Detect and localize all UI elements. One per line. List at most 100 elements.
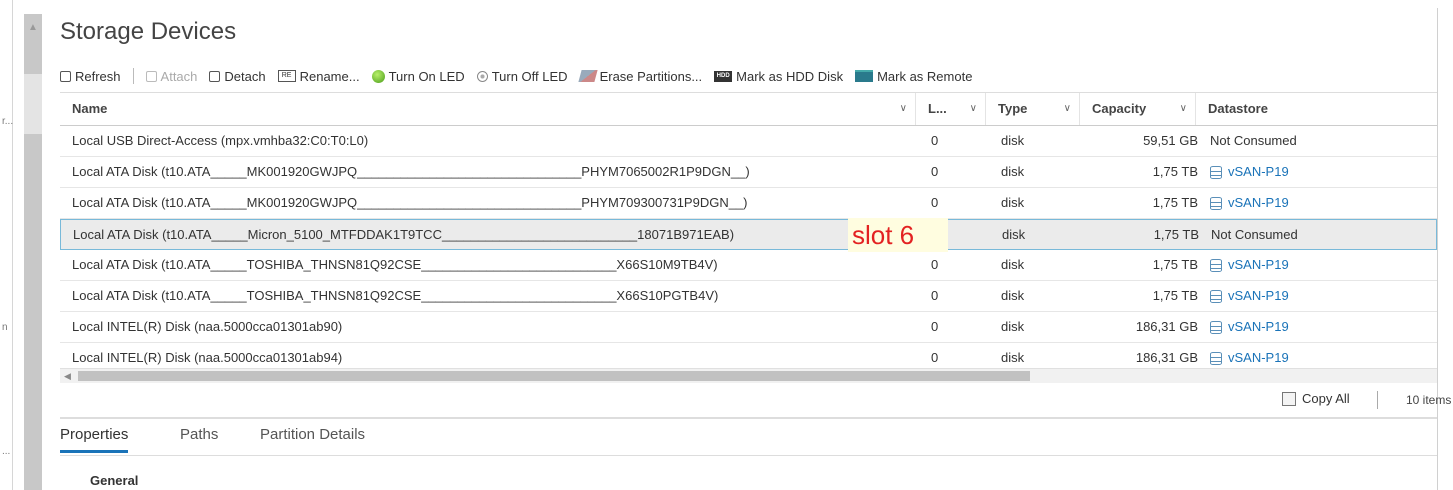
datastore-link[interactable]: vSAN-P19 [1228, 157, 1289, 187]
device-name: Local ATA Disk (t10.ATA_____MK001920GWJP… [72, 195, 748, 210]
rename-label: Rename... [299, 68, 360, 84]
panel-border [1437, 8, 1438, 490]
device-type: disk [1001, 133, 1025, 148]
datastore-link[interactable]: vSAN-P19 [1228, 281, 1289, 311]
datastore-icon [1210, 196, 1222, 210]
tab-paths[interactable]: Paths [180, 426, 218, 443]
device-lun: 0 [931, 319, 939, 334]
scroll-left-icon[interactable]: ◀ [64, 369, 71, 383]
device-lun: 0 [931, 288, 939, 303]
device-datastore: vSAN-P19 [1210, 250, 1289, 280]
chevron-down-icon[interactable]: ∨ [970, 93, 977, 125]
page-title: Storage Devices [60, 18, 237, 45]
datastore-icon [1210, 289, 1222, 303]
device-datastore: vSAN-P19 [1210, 188, 1289, 218]
vertical-scrollbar[interactable] [24, 14, 42, 490]
mark-hdd-button[interactable]: HDD Mark as HDD Disk [714, 69, 843, 84]
device-type: disk [1001, 195, 1025, 210]
refresh-label: Refresh [75, 68, 121, 84]
device-capacity: 1,75 TB [1152, 257, 1198, 272]
left-gutter: r... n ... [0, 0, 13, 490]
remote-disk-icon [855, 70, 874, 82]
detach-icon [209, 70, 221, 82]
column-header-datastore[interactable]: Datastore [1196, 93, 1437, 125]
device-datastore: Not Consumed [1210, 126, 1297, 156]
datastore-icon [1210, 165, 1222, 179]
datastore-status: Not Consumed [1211, 227, 1298, 242]
grid-header: Name ∨ L... ∨ Type ∨ Capacity ∨ Datastore [60, 93, 1437, 126]
table-row[interactable]: Local ATA Disk (t10.ATA_____MK001920GWJP… [60, 157, 1437, 188]
table-row[interactable]: Local INTEL(R) Disk (naa.5000cca01301ab9… [60, 312, 1437, 343]
column-datastore-label: Datastore [1208, 101, 1268, 116]
table-row[interactable]: Local ATA Disk (t10.ATA_____MK001920GWJP… [60, 188, 1437, 219]
device-capacity: 1,75 TB [1152, 195, 1198, 210]
datastore-icon [1210, 351, 1222, 365]
turn-on-led-button[interactable]: Turn On LED [371, 69, 465, 84]
refresh-icon [60, 70, 71, 82]
device-datastore: vSAN-P19 [1210, 312, 1289, 342]
datastore-status: Not Consumed [1210, 133, 1297, 148]
device-type: disk [1001, 319, 1025, 334]
rename-icon: RE [277, 70, 296, 82]
table-row[interactable]: Local ATA Disk (t10.ATA_____TOSHIBA_THNS… [60, 250, 1437, 281]
device-type: disk [1002, 227, 1026, 242]
column-header-name[interactable]: Name ∨ [60, 93, 916, 125]
device-capacity: 1,75 TB [1152, 164, 1198, 179]
toolbar: Refresh Attach Detach RE Rename... Turn O… [60, 66, 984, 86]
chevron-down-icon[interactable]: ∨ [1064, 93, 1071, 125]
led-on-icon [371, 69, 385, 83]
gutter-mark: r... [2, 116, 14, 127]
device-datastore: vSAN-P19 [1210, 157, 1289, 187]
scrollbar-thumb[interactable] [78, 371, 1030, 381]
device-lun: 0 [931, 195, 939, 210]
device-capacity: 186,31 GB [1135, 319, 1198, 334]
device-name: Local ATA Disk (t10.ATA_____TOSHIBA_THNS… [72, 257, 718, 272]
datastore-link[interactable]: vSAN-P19 [1228, 312, 1289, 342]
device-name: Local ATA Disk (t10.ATA_____Micron_5100_… [73, 227, 735, 242]
horizontal-scrollbar[interactable]: ◀ [60, 368, 1437, 383]
device-capacity: 59,51 GB [1143, 133, 1198, 148]
erase-partitions-button[interactable]: Erase Partitions... [577, 69, 702, 84]
turn-off-led-button[interactable]: Turn Off LED [476, 68, 568, 84]
detach-button[interactable]: Detach [209, 69, 266, 84]
attach-icon [145, 70, 157, 82]
device-type: disk [1001, 288, 1025, 303]
device-capacity: 1,75 TB [1153, 227, 1199, 242]
attach-label: Attach [160, 68, 198, 84]
tab-partition-details[interactable]: Partition Details [260, 426, 365, 443]
device-capacity: 1,75 TB [1152, 288, 1198, 303]
column-header-capacity[interactable]: Capacity ∨ [1080, 93, 1196, 125]
table-row[interactable]: Local ATA Disk (t10.ATA_____Micron_5100_… [60, 219, 1437, 250]
device-name: Local ATA Disk (t10.ATA_____TOSHIBA_THNS… [72, 288, 719, 303]
mark-remote-button[interactable]: Mark as Remote [855, 69, 972, 84]
rename-button[interactable]: RE Rename... [277, 68, 360, 84]
column-header-lun[interactable]: L... ∨ [916, 93, 986, 125]
device-type: disk [1001, 164, 1025, 179]
datastore-link[interactable]: vSAN-P19 [1228, 188, 1289, 218]
column-type-label: Type [998, 101, 1028, 116]
attach-button[interactable]: Attach [145, 68, 198, 84]
toolbar-divider [132, 68, 134, 84]
eraser-icon [577, 70, 598, 82]
chevron-down-icon[interactable]: ∨ [900, 93, 907, 125]
device-name: Local USB Direct-Access (mpx.vmhba32:C0:… [72, 133, 369, 148]
device-type: disk [1001, 257, 1025, 272]
table-row[interactable]: Local USB Direct-Access (mpx.vmhba32:C0:… [60, 126, 1437, 157]
tab-properties[interactable]: Properties [60, 426, 129, 453]
table-row[interactable]: Local ATA Disk (t10.ATA_____TOSHIBA_THNS… [60, 281, 1437, 312]
datastore-icon [1210, 258, 1222, 272]
section-title-general: General [90, 473, 139, 488]
column-lun-label: L... [928, 101, 947, 116]
turn-off-led-label: Turn Off LED [491, 68, 568, 84]
datastore-icon [1210, 320, 1222, 334]
column-name-label: Name [72, 101, 108, 116]
chevron-down-icon[interactable]: ∨ [1180, 93, 1187, 125]
column-header-type[interactable]: Type ∨ [986, 93, 1080, 125]
led-off-icon [476, 70, 488, 82]
refresh-button[interactable]: Refresh [60, 69, 121, 84]
grid-footer: Copy All 10 items [60, 383, 1451, 418]
scroll-up-icon[interactable]: ▲ [28, 22, 38, 33]
copy-all-label: Copy All [1302, 391, 1350, 406]
copy-all-button[interactable]: Copy All [1282, 391, 1350, 406]
datastore-link[interactable]: vSAN-P19 [1228, 250, 1289, 280]
